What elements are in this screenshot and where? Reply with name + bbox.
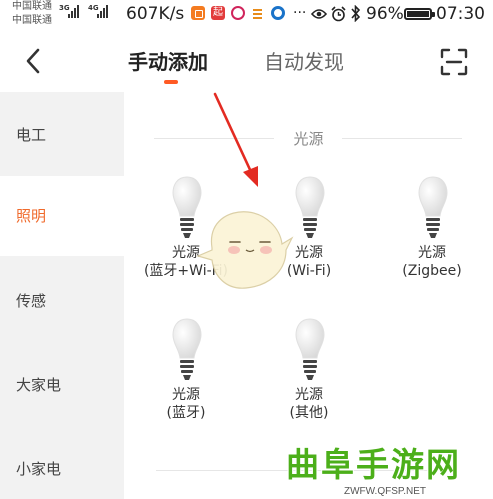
sidebar-item-large-appliance[interactable]: 大家电 [0, 364, 124, 404]
carrier-label-1: 中国联通 [12, 1, 52, 12]
sidebar-item-label: 大家电 [16, 376, 62, 394]
device-light-bluetooth[interactable]: 光源 (蓝牙) [138, 318, 234, 448]
watermark-title: 曲阜手游网 [286, 445, 461, 484]
mascot-watermark-icon [196, 211, 294, 289]
tab-auto-discover[interactable]: 自动发现 [264, 48, 344, 76]
active-tab-indicator [164, 80, 178, 84]
device-list-panel: 光源 光源 (蓝牙+Wi-Fi) 光源 (Wi-Fi) 光源 (Zigbee) … [124, 92, 493, 499]
device-name: 光源 [418, 245, 446, 261]
device-name: 光源 [295, 387, 323, 403]
scan-icon[interactable] [440, 48, 468, 76]
eye-icon [311, 9, 327, 19]
alarm-icon [331, 6, 346, 22]
device-protocol: (Zigbee) [402, 263, 462, 279]
battery-percent: 96% [366, 4, 404, 24]
light-bulb-icon [295, 176, 325, 238]
device-protocol: (其他) [289, 405, 329, 421]
sidebar-item-small-appliance[interactable]: 小家电 [0, 448, 124, 488]
list-app-icon [251, 6, 265, 20]
light-bulb-icon [295, 318, 325, 380]
tab-manual-add[interactable]: 手动添加 [128, 48, 208, 76]
orange-app-icon [191, 6, 205, 20]
watermark-url: ZWFW.QFSP.NET [344, 486, 427, 497]
back-arrow-icon[interactable] [20, 46, 46, 76]
qi-app-icon: 起 [211, 6, 225, 20]
blue-app-icon [271, 6, 285, 20]
device-light-zigbee[interactable]: 光源 (Zigbee) [384, 176, 480, 306]
sidebar-item-label: 照明 [16, 207, 47, 225]
light-bulb-icon [172, 318, 202, 380]
signal-strength-icon-1 [68, 4, 79, 18]
network-speed: 607K/s [126, 4, 185, 24]
sidebar-item-sensor[interactable]: 传感 [0, 280, 124, 320]
sidebar-item-label: 电工 [16, 126, 47, 144]
section-divider-right [342, 138, 462, 139]
battery-icon [404, 8, 435, 20]
clock: 07:30 [436, 4, 485, 24]
status-bar: 中国联通 中国联通 3G 4G 607K/s 起 ··· 96% 07:30 [0, 0, 493, 30]
red-arrow-annotation [213, 92, 258, 187]
signal-strength-icon-2 [97, 4, 108, 18]
carrier-label-2: 中国联通 [12, 15, 52, 26]
device-light-other[interactable]: 光源 (其他) [261, 318, 357, 448]
watermark: 曲阜手游网 ZWFW.QFSP.NET [282, 445, 487, 498]
device-name: 光源 [172, 387, 200, 403]
device-protocol: (蓝牙) [166, 405, 206, 421]
light-bulb-icon [418, 176, 448, 238]
pink-app-icon [231, 6, 245, 20]
sidebar-item-lighting[interactable]: 照明 [0, 176, 124, 256]
top-navigation-bar: 手动添加 自动发现 [0, 30, 493, 92]
bluetooth-icon [351, 5, 361, 22]
category-sidebar: 电工 照明 传感 大家电 小家电 [0, 92, 124, 499]
sidebar-item-electrician[interactable]: 电工 [0, 114, 124, 154]
sidebar-item-label: 传感 [16, 292, 47, 310]
more-dots-icon: ··· [293, 5, 307, 21]
sidebar-item-label: 小家电 [16, 460, 62, 478]
